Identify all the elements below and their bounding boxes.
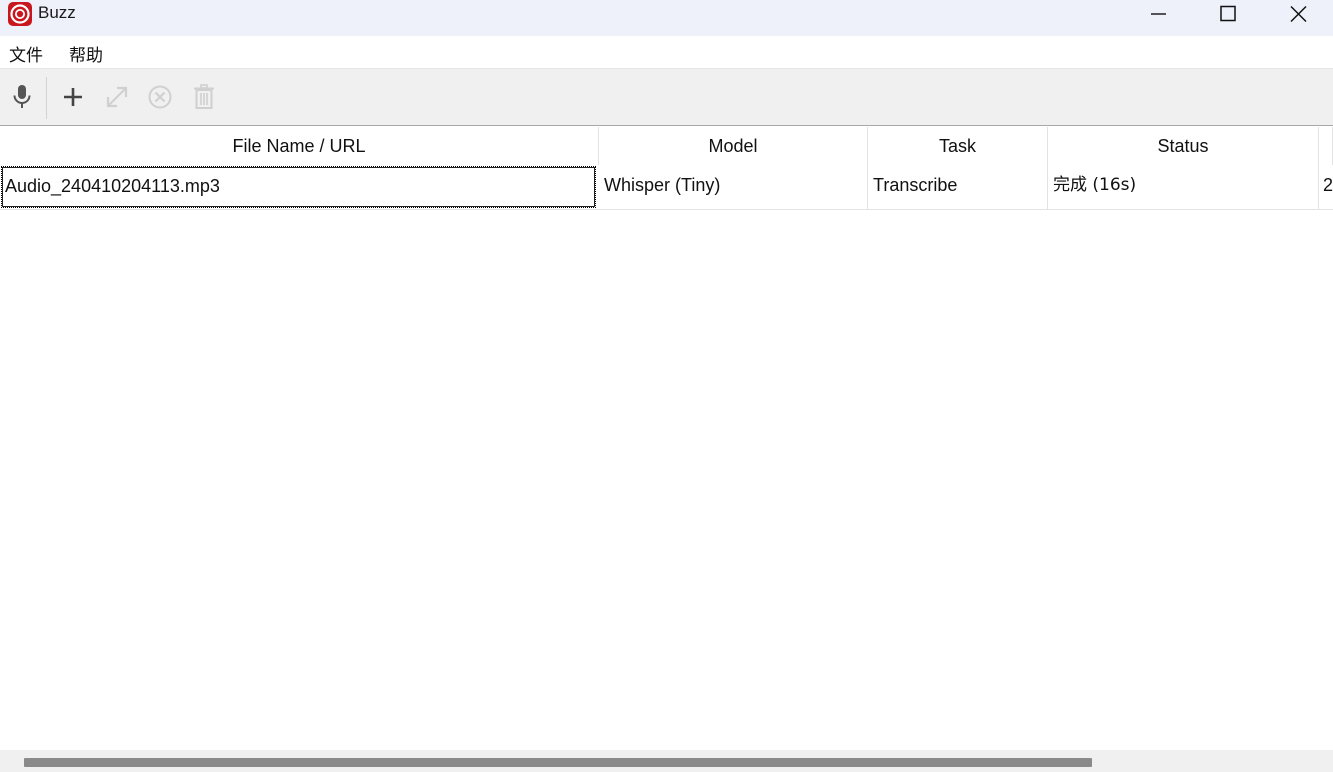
menu-file[interactable]: 文件 bbox=[9, 41, 43, 66]
column-header-model[interactable]: Model bbox=[599, 127, 868, 165]
open-transcript-button[interactable] bbox=[102, 82, 132, 112]
cancel-circle-icon bbox=[148, 85, 172, 109]
scrollbar-thumb[interactable] bbox=[24, 758, 1092, 767]
column-header-file[interactable]: File Name / URL bbox=[0, 127, 599, 165]
toolbar-separator bbox=[46, 77, 47, 119]
horizontal-scrollbar[interactable] bbox=[0, 750, 1333, 772]
close-icon bbox=[1290, 5, 1307, 23]
cell-extra[interactable]: 2 bbox=[1319, 165, 1333, 210]
maximize-button[interactable] bbox=[1194, 0, 1262, 30]
buzz-logo-icon bbox=[8, 2, 32, 26]
window-title: Buzz bbox=[38, 3, 76, 22]
close-button[interactable] bbox=[1264, 0, 1332, 30]
minimize-button[interactable] bbox=[1124, 0, 1192, 30]
cell-model[interactable]: Whisper (Tiny) bbox=[599, 165, 868, 210]
minimize-icon bbox=[1151, 13, 1166, 15]
menu-bar: 文件 帮助 bbox=[0, 36, 1333, 69]
cancel-job-button[interactable] bbox=[145, 82, 175, 112]
delete-job-button[interactable] bbox=[189, 82, 219, 112]
trash-icon bbox=[194, 84, 214, 109]
toolbar bbox=[0, 69, 1333, 126]
title-bar: Buzz bbox=[0, 0, 1333, 36]
column-header-task[interactable]: Task bbox=[868, 127, 1048, 165]
record-button[interactable] bbox=[7, 82, 37, 112]
column-header-status[interactable]: Status bbox=[1048, 127, 1319, 165]
column-header-extra[interactable] bbox=[1319, 127, 1333, 165]
transcription-table: File Name / URL Model Task Status Audio_… bbox=[0, 127, 1333, 750]
add-file-button[interactable] bbox=[58, 82, 88, 112]
cell-task[interactable]: Transcribe bbox=[868, 165, 1048, 210]
menu-help[interactable]: 帮助 bbox=[69, 41, 103, 66]
cell-file[interactable]: Audio_240410204113.mp3 bbox=[0, 165, 599, 210]
expand-icon bbox=[106, 86, 128, 108]
cell-file-text: Audio_240410204113.mp3 bbox=[1, 166, 596, 208]
cell-status[interactable]: 完成 (16s) bbox=[1048, 165, 1319, 210]
microphone-icon bbox=[13, 85, 31, 108]
table-row[interactable]: Audio_240410204113.mp3 Whisper (Tiny) Tr… bbox=[0, 165, 1333, 210]
plus-icon bbox=[64, 88, 82, 106]
maximize-icon bbox=[1220, 5, 1236, 22]
